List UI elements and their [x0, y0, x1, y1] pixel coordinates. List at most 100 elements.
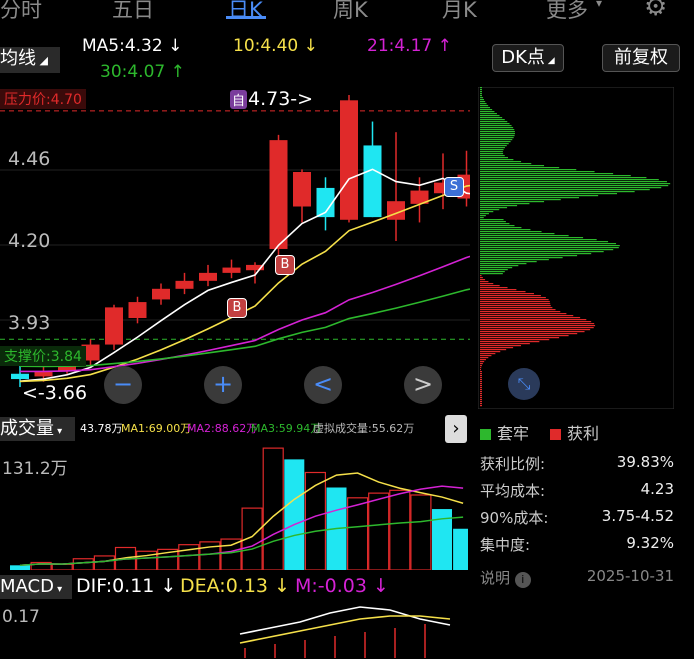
zoom-out-button[interactable]: − — [104, 366, 142, 404]
chip-bar — [480, 405, 482, 407]
buy-marker[interactable]: B — [275, 255, 295, 275]
info-icon[interactable]: i — [514, 572, 531, 588]
chip-bar — [480, 229, 531, 231]
arrow-down-icon: ↓ — [168, 36, 183, 56]
zoom-in-button[interactable]: + — [204, 366, 242, 404]
chip-bar — [480, 201, 545, 203]
chip-bar — [480, 203, 530, 205]
macd-selector[interactable]: MACD ▾ — [0, 575, 72, 599]
chip-bar — [480, 327, 594, 329]
ma-selector[interactable]: 均线 ◢ — [0, 47, 60, 73]
trapped-swatch — [480, 429, 491, 440]
volume-bar — [453, 528, 468, 570]
chip-bar — [480, 287, 508, 289]
stat-label: 集中度: — [480, 536, 531, 554]
ma5-value: MA5:4.32 ↓ — [82, 36, 182, 56]
chip-bar — [480, 389, 482, 391]
chip-bar — [480, 129, 515, 131]
macd-dif-line — [239, 606, 451, 635]
candle-body — [105, 307, 123, 345]
chip-bar — [480, 391, 482, 393]
concentration-row: 集中度: 9.32% — [480, 534, 674, 556]
candle-body — [152, 288, 170, 300]
tab-five-day[interactable]: 五日 — [112, 0, 154, 24]
chip-bar — [480, 215, 486, 217]
chip-bar — [480, 209, 500, 211]
volume-selector[interactable]: 成交量 ▾ — [0, 417, 75, 441]
volume-selector-label: 成交量 — [0, 418, 54, 439]
chip-bar — [480, 333, 578, 335]
chip-bar — [480, 169, 577, 171]
candle-body — [128, 302, 147, 319]
stat-value: 3.75-4.52 — [601, 507, 674, 525]
chip-bar — [480, 139, 513, 141]
gear-icon[interactable]: ⚙ — [644, 0, 667, 22]
chip-legend-trapped: 套牢 — [480, 420, 529, 444]
tab-more[interactable]: 更多 — [546, 0, 588, 24]
chip-bar — [480, 351, 501, 353]
chip-bar — [480, 359, 486, 361]
chip-bar — [480, 179, 659, 181]
chip-bar — [480, 281, 489, 283]
sell-marker[interactable]: S — [444, 177, 464, 197]
chip-bar — [480, 305, 551, 307]
chip-bar — [480, 355, 492, 357]
chip-bar — [480, 219, 504, 221]
low-price-label: <-3.66 — [22, 382, 88, 404]
volume-bar — [368, 492, 390, 570]
chip-bar — [480, 367, 482, 369]
volume-bar — [262, 447, 284, 570]
chip-bar — [480, 193, 618, 195]
chip-bar — [480, 387, 482, 389]
chip-bar — [480, 267, 513, 269]
buy-marker[interactable]: B — [227, 298, 247, 318]
tab-intraday[interactable]: 分时 — [0, 0, 42, 24]
dk-point-button[interactable]: DK点 ◢ — [492, 44, 564, 72]
tab-monthly-k[interactable]: 月K — [442, 0, 477, 24]
chip-bar — [480, 273, 503, 275]
chip-bar — [480, 285, 500, 287]
tab-weekly-k[interactable]: 周K — [333, 0, 368, 24]
price-axis-label: 4.20 — [8, 230, 51, 252]
chip-bar — [480, 247, 619, 249]
dropdown-arrow-icon: ▾ — [54, 426, 63, 437]
chip-bar — [480, 121, 508, 123]
ma5-text: MA5:4.32 — [82, 36, 163, 56]
forward-adjust-button[interactable]: 前复权 — [602, 44, 680, 72]
explanation-link[interactable]: 说明 — [480, 569, 510, 587]
chip-bar — [480, 153, 504, 155]
chip-bar — [480, 373, 482, 375]
chip-bar — [480, 183, 671, 185]
tab-daily-k[interactable]: 日K — [228, 0, 263, 24]
candle-body — [340, 100, 358, 220]
prev-period-button[interactable]: < — [304, 366, 342, 404]
expand-right-button[interactable]: › — [445, 415, 467, 443]
next-period-button[interactable]: > — [404, 366, 442, 404]
chip-bar — [480, 167, 560, 169]
chip-bar — [480, 349, 507, 351]
chip-bar — [480, 345, 522, 347]
volume-bar — [10, 565, 30, 570]
arrow-up-icon: ↑ — [437, 36, 452, 56]
chip-bar — [480, 231, 542, 233]
chip-bar — [480, 295, 541, 297]
expand-icon[interactable]: ⤡ — [508, 368, 540, 400]
chip-bar — [480, 397, 482, 399]
chip-bar — [480, 149, 504, 151]
chip-bar — [480, 161, 522, 163]
ma21-text: 21:4.17 — [367, 36, 433, 56]
stat-label: 获利比例: — [480, 455, 546, 473]
chip-bar — [480, 325, 596, 327]
stat-value: 4.23 — [640, 480, 674, 498]
profit-swatch — [550, 429, 561, 440]
profit-label: 获利 — [567, 424, 600, 443]
chip-bar — [480, 383, 482, 385]
chip-bar — [480, 271, 505, 273]
macd-chart — [239, 606, 451, 658]
chip-bar — [480, 199, 561, 201]
macd-dea-value: DEA:0.13 ↓ — [180, 575, 290, 597]
chip-bar — [480, 141, 511, 143]
chip-bar — [480, 377, 482, 379]
chip-bar — [480, 95, 482, 97]
chip-bar — [480, 177, 647, 179]
